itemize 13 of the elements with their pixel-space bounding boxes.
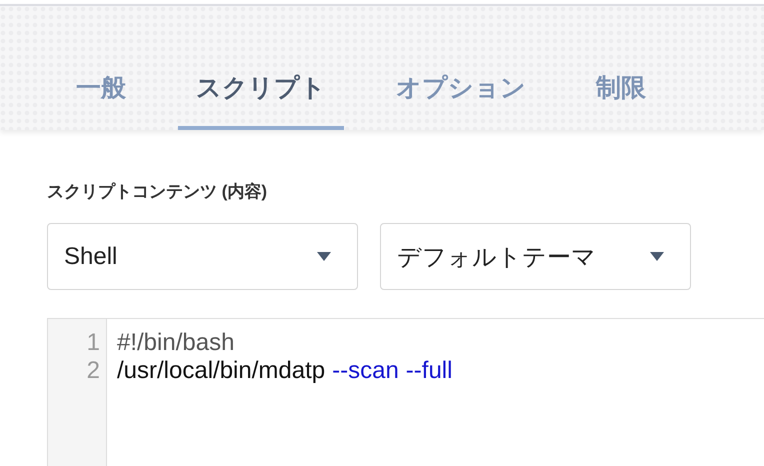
caret-icon	[650, 252, 664, 261]
section-label: スクリプトコンテンツ (内容)	[47, 181, 268, 203]
line-number: 1	[86, 329, 101, 357]
code-token: --full	[406, 357, 452, 385]
code-token: --scan	[332, 357, 399, 385]
line-number: 2	[86, 357, 101, 385]
caret-icon	[317, 252, 331, 261]
tab[interactable]: スクリプト	[178, 71, 344, 130]
code-token: /usr/local/bin/mdatp	[117, 357, 326, 385]
code-editor[interactable]: 1 2 #!/bin/bash /usr/local/bin/mdatp --scan --full	[47, 318, 764, 466]
dropdown[interactable]: デフォルトテーマ	[380, 223, 691, 290]
dropdown[interactable]: Shell	[47, 223, 358, 290]
code-token: #!/bin/bash	[117, 329, 234, 357]
